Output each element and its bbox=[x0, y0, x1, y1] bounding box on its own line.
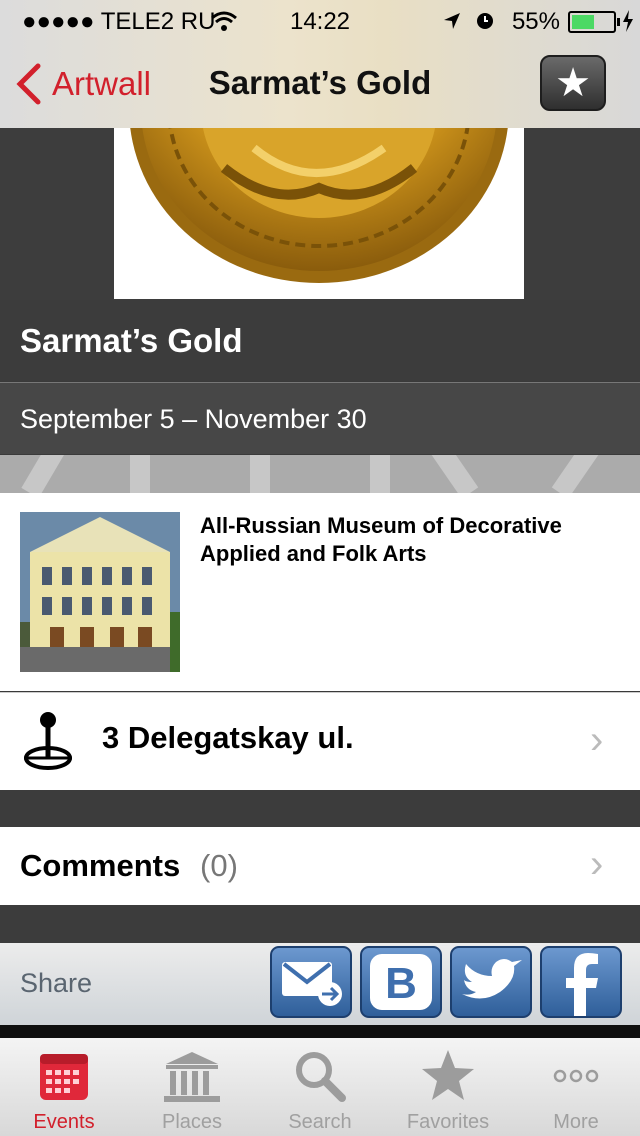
tab-places[interactable]: Places bbox=[128, 1038, 256, 1136]
event-title: Sarmat’s Gold bbox=[0, 300, 640, 381]
tab-favorites[interactable]: Favorites bbox=[384, 1038, 512, 1136]
tab-label: More bbox=[553, 1111, 599, 1133]
museum-photo bbox=[20, 512, 180, 672]
section-separator bbox=[0, 905, 640, 943]
place-name: All-Russian Museum of Decorative Applied… bbox=[200, 513, 562, 566]
event-image bbox=[114, 128, 524, 299]
location-icon bbox=[444, 13, 460, 29]
battery-percent: 55% bbox=[511, 8, 560, 35]
tab-events[interactable]: Events bbox=[0, 1038, 128, 1136]
section-separator bbox=[0, 790, 640, 827]
status-bar: ●●●●● TELE2 RU 14:22 55% bbox=[0, 0, 640, 40]
chevron-left-icon bbox=[16, 63, 41, 105]
battery-level bbox=[572, 15, 594, 29]
gold-artifact-image bbox=[130, 128, 508, 283]
share-twitter-button[interactable] bbox=[450, 946, 532, 1018]
comments-count: (0) bbox=[200, 848, 238, 883]
tab-more[interactable]: More bbox=[512, 1038, 640, 1136]
address-text: 3 Delegatskay ul. bbox=[102, 720, 354, 755]
comments-label: Comments bbox=[20, 848, 181, 883]
chevron-right-icon: › bbox=[590, 718, 604, 762]
tab-label: Favorites bbox=[406, 1111, 490, 1133]
decorative-banner bbox=[0, 455, 640, 493]
mail-icon bbox=[282, 962, 342, 1006]
favorite-button[interactable]: ★ bbox=[540, 55, 606, 111]
building-icon bbox=[164, 1052, 220, 1102]
event-dates: September 5 – November 30 bbox=[0, 382, 640, 454]
search-icon bbox=[296, 1052, 346, 1102]
vk-icon: B bbox=[370, 954, 432, 1010]
share-vk-button[interactable]: B bbox=[360, 946, 442, 1018]
more-icon bbox=[553, 1069, 599, 1083]
alarm-icon bbox=[477, 13, 493, 29]
star-icon bbox=[422, 1050, 474, 1100]
share-label: Share bbox=[20, 968, 93, 998]
divider bbox=[0, 1025, 640, 1038]
tab-label: Search bbox=[288, 1111, 352, 1133]
tab-search[interactable]: Search bbox=[256, 1038, 384, 1136]
twitter-icon bbox=[462, 959, 522, 999]
share-mail-button[interactable] bbox=[270, 946, 352, 1018]
tab-label: Places bbox=[161, 1111, 223, 1133]
calendar-icon bbox=[40, 1054, 88, 1100]
tab-label: Events bbox=[33, 1111, 95, 1133]
battery-icon bbox=[568, 11, 620, 33]
charging-icon bbox=[623, 10, 633, 32]
chevron-right-icon: › bbox=[590, 842, 604, 886]
share-facebook-button[interactable] bbox=[540, 946, 622, 1018]
star-icon: ★ bbox=[555, 61, 591, 105]
svg-text:B: B bbox=[385, 959, 417, 1008]
facebook-icon bbox=[566, 953, 598, 1018]
page-title: Sarmat’s Gold bbox=[208, 64, 432, 101]
map-pin-icon bbox=[24, 712, 72, 770]
